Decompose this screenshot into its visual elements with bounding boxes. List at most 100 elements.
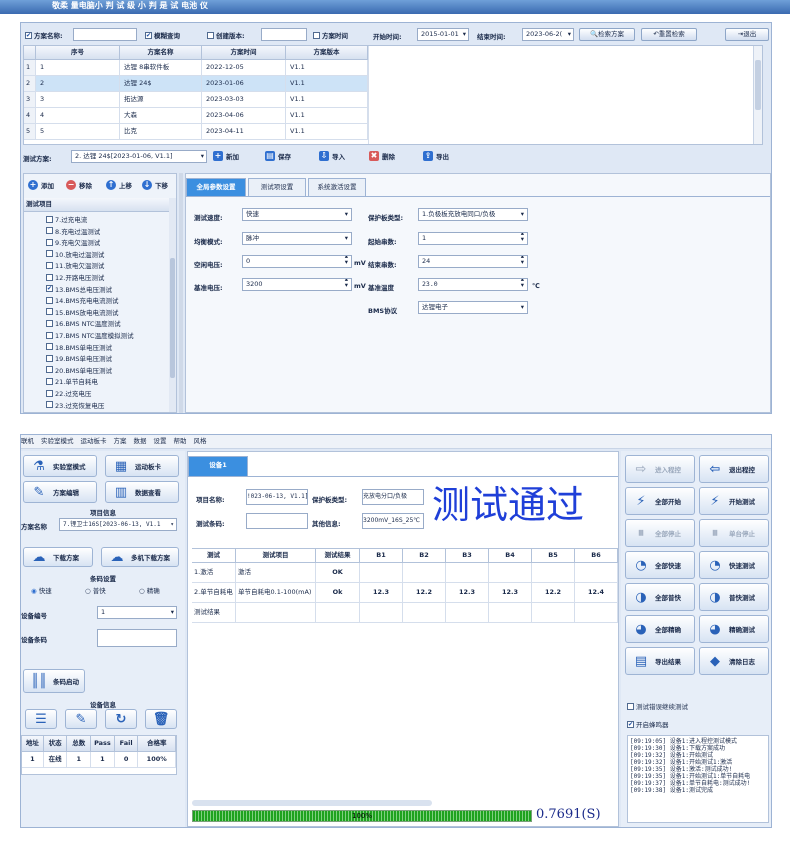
list-item[interactable]: 7.过充电流 (46, 214, 87, 224)
scheme-time[interactable]: 方案时间 (313, 30, 348, 40)
item-checkbox[interactable] (46, 354, 53, 362)
scheme-edit-button[interactable]: ✎ 方案编辑 (23, 481, 97, 503)
mode-fast-radio[interactable]: ◉ 快速 (31, 585, 52, 595)
items-scrollbar[interactable] (169, 198, 176, 412)
all-normal-button[interactable]: ◑ 全部普快 (625, 583, 695, 611)
buzzer-checkbox[interactable]: ✔ (627, 720, 634, 728)
item-checkbox[interactable]: ✔ (46, 285, 53, 293)
clear-log-button[interactable]: ◆ 清除日志 (699, 647, 769, 675)
list-item[interactable]: 14.BMS充电电流测试 (46, 295, 119, 305)
table-cell[interactable]: V1.1 (286, 76, 368, 92)
item-checkbox[interactable] (46, 250, 53, 258)
search-scheme-button[interactable]: 🔍检索方案 (579, 28, 635, 41)
list-item[interactable]: 8.充电过温测试 (46, 226, 100, 236)
table-cell[interactable]: 2023-04-11 (202, 124, 286, 140)
single-stop-button[interactable]: ⏸ 单台停止 (699, 519, 769, 547)
tab-global-params[interactable]: 全局参数设置 (186, 178, 246, 196)
item-checkbox[interactable] (46, 296, 53, 304)
motion-card-button[interactable]: ▦ 运动板卡 (105, 455, 179, 477)
lab-mode-button[interactable]: ⚗ 实验室模式 (23, 455, 97, 477)
new-button[interactable]: + 新加 (213, 151, 239, 161)
device-list-button[interactable]: ☰ (25, 709, 57, 729)
create-version[interactable]: 创建版本: (207, 30, 245, 40)
continue-on-error[interactable]: 测试错误继续测试 (627, 701, 688, 711)
menu-item[interactable]: 帮助 (174, 435, 187, 448)
balance-mode-select[interactable]: 脉冲 ▾ (242, 232, 352, 245)
item-checkbox[interactable] (46, 389, 53, 397)
list-item[interactable]: 22.过充电压 (46, 388, 91, 398)
test-speed-select[interactable]: 快速 ▾ (242, 208, 352, 221)
all-fast-button[interactable]: ◔ 全部快速 (625, 551, 695, 579)
barcode-start-button[interactable]: ║║ 条码启动 (23, 669, 85, 693)
tab-device-1[interactable]: 设备1 (188, 456, 248, 476)
horizontal-scrollbar[interactable] (192, 800, 432, 806)
item-checkbox[interactable] (46, 366, 53, 374)
save-button[interactable]: ▤ 保存 (265, 151, 291, 161)
list-item[interactable]: 16.BMS NTC温度测试 (46, 318, 121, 328)
item-checkbox[interactable] (46, 308, 53, 316)
table-cell[interactable]: V1.1 (286, 124, 368, 140)
menu-item[interactable]: 数据 (134, 435, 147, 448)
continue-checkbox[interactable] (627, 702, 634, 710)
enable-buzzer[interactable]: ✔ 开启蜂鸣器 (627, 719, 669, 729)
exit-program-button[interactable]: ⇦ 退出程控 (699, 455, 769, 483)
all-start-button[interactable]: ⚡ 全部开始 (625, 487, 695, 515)
create-version-checkbox[interactable] (207, 31, 214, 39)
all-stop-button[interactable]: ⏸ 全部停止 (625, 519, 695, 547)
spin-arrows-icon[interactable]: ▴ ▾ (345, 256, 348, 265)
list-item[interactable]: 20.BMS单电压测试 (46, 365, 112, 375)
item-checkbox[interactable] (46, 238, 53, 246)
table-cell[interactable]: 大森 (120, 108, 202, 124)
scheme-select[interactable]: 7.锂卫士16S[2023-06-13, V1.1 ▾ (59, 518, 177, 531)
item-checkbox[interactable] (46, 331, 53, 339)
device-cell[interactable]: 1 (91, 752, 115, 768)
scrollbar-thumb[interactable] (755, 60, 761, 110)
table-cell[interactable]: 达锂 24$ (120, 76, 202, 92)
fuzzy-checkbox[interactable]: ✔ (145, 31, 152, 39)
list-item[interactable]: 17.BMS NTC温度模拟测试 (46, 330, 134, 340)
item-checkbox[interactable] (46, 227, 53, 235)
move-up-button[interactable]: ↑ 上移 (106, 180, 132, 190)
item-checkbox[interactable] (46, 401, 53, 409)
test-scheme-select[interactable]: 2. 达锂 24$[2023-01-06, V1.1] ▾ (71, 150, 207, 163)
all-precise-button[interactable]: ◕ 全部精确 (625, 615, 695, 643)
start-cell-input[interactable]: 1 ▴ ▾ (418, 232, 528, 245)
spin-arrows-icon[interactable]: ▴ ▾ (521, 233, 524, 242)
device-edit-button[interactable]: ✎ (65, 709, 97, 729)
export-result-button[interactable]: ▤ 导出结果 (625, 647, 695, 675)
export-button[interactable]: ⇪ 导出 (423, 151, 449, 161)
multi-download-button[interactable]: ☁ 多机下载方案 (101, 547, 179, 567)
scheme-time-checkbox[interactable] (313, 31, 320, 39)
device-delete-button[interactable]: 🗑 (145, 709, 177, 729)
mode-normal-radio[interactable]: ○ 普快 (85, 585, 106, 595)
table-cell[interactable]: 5 (36, 124, 120, 140)
create-version-input[interactable] (261, 28, 307, 41)
list-item[interactable]: 23.过充恢复电压 (46, 400, 104, 410)
fast-test-button[interactable]: ◔ 快速测试 (699, 551, 769, 579)
normal-test-button[interactable]: ◑ 普快测试 (699, 583, 769, 611)
data-view-button[interactable]: ▥ 数据查看 (105, 481, 179, 503)
menu-item[interactable]: 联机 (21, 435, 34, 448)
spin-arrows-icon[interactable]: ▴ ▾ (521, 256, 524, 265)
spin-arrows-icon[interactable]: ▴ ▾ (521, 279, 524, 288)
table-cell[interactable]: 达锂 8串软件板 (120, 60, 202, 76)
add-item-button[interactable]: + 添加 (28, 180, 54, 190)
table-cell[interactable]: 2022-12-05 (202, 60, 286, 76)
item-checkbox[interactable] (46, 273, 53, 281)
table-cell[interactable]: V1.1 (286, 60, 368, 76)
list-item[interactable]: 15.BMS放电电流测试 (46, 307, 119, 317)
spin-arrows-icon[interactable]: ▴ ▾ (345, 279, 348, 288)
mode-precise-radio[interactable]: ○ 精确 (139, 585, 160, 595)
menu-item[interactable]: 设置 (154, 435, 167, 448)
item-checkbox[interactable] (46, 377, 53, 385)
menu-item[interactable]: 实验室模式 (41, 435, 74, 448)
table-cell[interactable]: 1 (36, 60, 120, 76)
device-cell[interactable]: 0 (114, 752, 139, 768)
start-time-picker[interactable]: 2015-01-01 ▾ (417, 28, 469, 41)
device-cell[interactable]: 100% (138, 752, 176, 768)
list-item[interactable]: 18.BMS单电压测试 (46, 342, 112, 352)
list-item[interactable]: 19.BMS单电压测试 (46, 353, 112, 363)
delete-button[interactable]: ✖ 删除 (369, 151, 395, 161)
end-time-picker[interactable]: 2023-06-2(▾ (522, 28, 574, 41)
precise-test-button[interactable]: ◕ 精确测试 (699, 615, 769, 643)
